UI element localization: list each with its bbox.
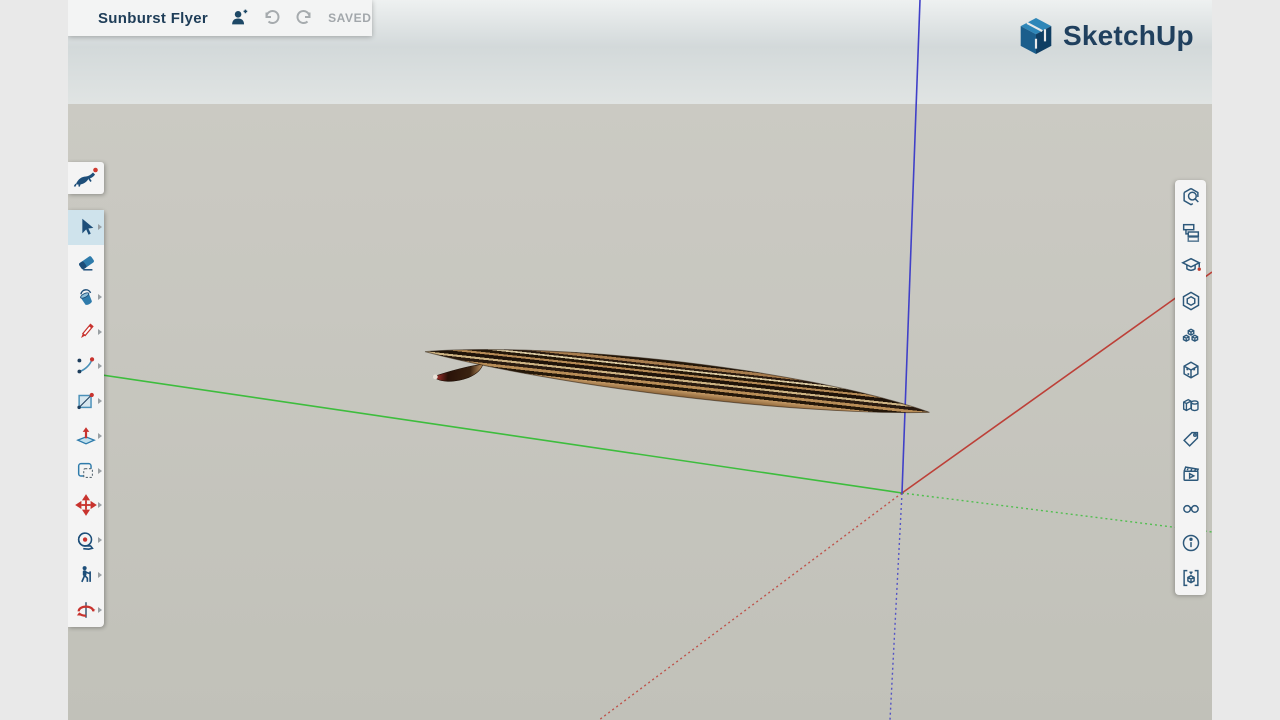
select-tool-button[interactable] [68, 210, 104, 245]
outliner-panel-button[interactable] [1175, 215, 1206, 250]
redo-button[interactable] [292, 6, 316, 30]
components-icon [1180, 290, 1202, 312]
pencil-icon [75, 321, 97, 343]
modeling-viewport[interactable]: Sunburst Flyer SAVED [68, 0, 1212, 720]
scenes-panel-button[interactable] [1175, 457, 1206, 492]
push-pull-tool-button[interactable] [68, 419, 104, 454]
sketchup-logo: SketchUp [1018, 16, 1194, 56]
add-collaborator-button[interactable] [226, 5, 252, 31]
styles-icon [1180, 359, 1202, 381]
model-info-icon [1180, 532, 1202, 554]
flyout-chevron-icon [98, 294, 102, 300]
eraser-tool-button[interactable] [68, 245, 104, 280]
flyout-chevron-icon [98, 224, 102, 230]
import-model-icon [1180, 567, 1202, 589]
walk-icon [75, 564, 97, 586]
flyout-chevron-icon [98, 398, 102, 404]
shapes-panel-button[interactable] [1175, 387, 1206, 422]
move-tool-button[interactable] [68, 488, 104, 523]
outliner-icon [1180, 221, 1202, 243]
tools-toolbar [68, 210, 104, 627]
instructor-panel-button[interactable] [1175, 249, 1206, 284]
walk-tool-button[interactable] [68, 558, 104, 593]
search-launcher-button[interactable] [68, 162, 104, 194]
flyout-chevron-icon [98, 537, 102, 543]
instructor-icon [1180, 255, 1202, 277]
sketchup-logo-mark [1018, 16, 1054, 56]
offset-tool-button[interactable] [68, 453, 104, 488]
display-icon [1180, 497, 1202, 519]
arc-icon [75, 355, 97, 377]
tags-panel-button[interactable] [1175, 422, 1206, 457]
add-collaborator-icon [228, 7, 250, 29]
model-info-panel-button[interactable] [1175, 526, 1206, 561]
document-toolbar: Sunburst Flyer SAVED [68, 0, 372, 36]
flyout-chevron-icon [98, 433, 102, 439]
entity-info-panel-button[interactable] [1175, 180, 1206, 215]
eraser-icon [75, 251, 97, 273]
flyout-chevron-icon [98, 329, 102, 335]
undo-button[interactable] [260, 6, 284, 30]
tape-measure-tool-button[interactable] [68, 523, 104, 558]
panels-rail [1175, 180, 1206, 595]
styles-panel-button[interactable] [1175, 353, 1206, 388]
rectangle-icon [75, 390, 97, 412]
entity-info-icon [1180, 186, 1202, 208]
select-cursor-icon [75, 216, 97, 238]
sketchup-logo-text: SketchUp [1063, 20, 1194, 52]
orbit-tool-button[interactable] [68, 592, 104, 627]
document-title: Sunburst Flyer [98, 10, 208, 27]
surfboard-model[interactable] [422, 334, 932, 434]
viewport-canvas[interactable] [68, 0, 1212, 720]
app-window: Sunburst Flyer SAVED [0, 0, 1280, 720]
components-panel-button[interactable] [1175, 284, 1206, 319]
orbit-icon [75, 599, 97, 621]
offset-icon [75, 460, 97, 482]
surfboard-deck[interactable] [423, 334, 932, 424]
undo-icon [262, 8, 282, 28]
redo-icon [294, 8, 314, 28]
flyout-chevron-icon [98, 572, 102, 578]
arc-tool-button[interactable] [68, 349, 104, 384]
save-status-badge: SAVED [328, 11, 371, 25]
move-icon [75, 494, 97, 516]
materials-icon [1180, 325, 1202, 347]
flyout-chevron-icon [98, 363, 102, 369]
paint-tool-button[interactable] [68, 280, 104, 315]
leaping-dog-icon [73, 166, 99, 190]
display-panel-button[interactable] [1175, 491, 1206, 526]
paint-bucket-icon [75, 286, 97, 308]
push-pull-icon [75, 425, 97, 447]
line-tool-button[interactable] [68, 314, 104, 349]
materials-panel-button[interactable] [1175, 318, 1206, 353]
notification-dot [93, 168, 98, 173]
rectangle-tool-button[interactable] [68, 384, 104, 419]
flyout-chevron-icon [98, 502, 102, 508]
import-model-panel-button[interactable] [1175, 560, 1206, 595]
notification-dot [1197, 268, 1200, 271]
shapes-icon [1180, 394, 1202, 416]
tags-icon [1180, 428, 1202, 450]
scenes-icon [1180, 463, 1202, 485]
tape-measure-icon [75, 529, 97, 551]
flyout-chevron-icon [98, 607, 102, 613]
flyout-chevron-icon [98, 468, 102, 474]
